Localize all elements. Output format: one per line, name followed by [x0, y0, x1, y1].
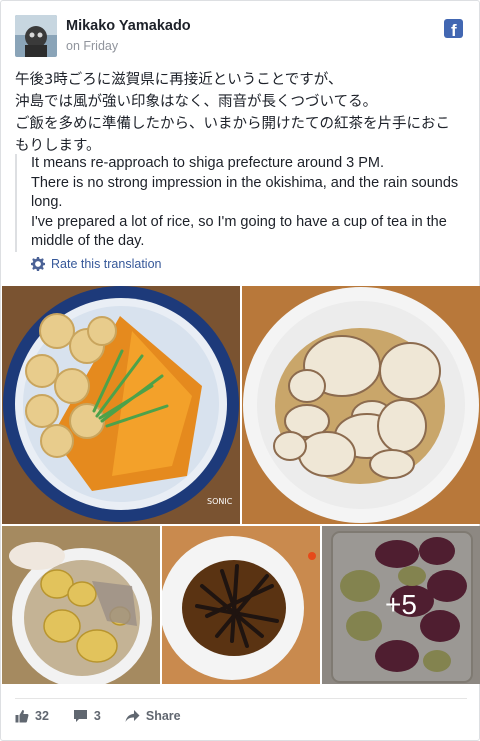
- thumbs-up-icon: [15, 710, 29, 723]
- author-name[interactable]: Mikako Yamakado: [66, 18, 191, 34]
- svg-text:SONIC: SONIC: [207, 497, 233, 506]
- translation-line: It means re-approach to shiga prefecture…: [31, 155, 385, 171]
- translation-line: I've prepared a lot of rice, so I'm goin…: [31, 213, 447, 250]
- share-label: Share: [145, 709, 181, 723]
- comment-button[interactable]: 3: [73, 709, 101, 723]
- like-button[interactable]: 32: [15, 709, 49, 723]
- comment-icon: [73, 710, 87, 722]
- post-text-line: 午後3時ごろに滋賀県に再接近ということですが、: [15, 72, 343, 88]
- avatar[interactable]: [15, 15, 57, 57]
- post-text: 午後3時ごろに滋賀県に再接近ということですが、 沖島では風が強い印象はなく、雨音…: [15, 69, 470, 157]
- photo-potato-soup[interactable]: [2, 526, 160, 684]
- post-text-line: 沖島では風が強い印象はなく、雨音が長くつづいてる。: [15, 94, 378, 110]
- translation-line: There is no strong impression in the oki…: [31, 174, 459, 211]
- post-timestamp[interactable]: on Friday: [66, 39, 118, 53]
- share-arrow-icon: [125, 710, 140, 722]
- like-count: 32: [35, 709, 49, 723]
- post-card: Mikako Yamakado on Friday f 午後3時ごろに滋賀県に再…: [0, 0, 480, 741]
- photo-simmered-greens[interactable]: [162, 526, 320, 684]
- post-footer: 32 3 Share: [15, 709, 205, 723]
- photo-taro-bowl[interactable]: [242, 286, 480, 524]
- facebook-logo-icon[interactable]: f: [444, 19, 463, 38]
- photo-sweet-potatoes[interactable]: +5: [322, 526, 480, 684]
- post-text-line: ご飯を多めに準備したから、いまから開けたての紅茶を片手におこ: [15, 116, 450, 132]
- more-photos-count: +5: [385, 589, 417, 620]
- footer-divider: [15, 698, 467, 699]
- photo-pumpkin-dish[interactable]: SONIC: [2, 286, 240, 524]
- rate-translation-label: Rate this translation: [51, 257, 162, 271]
- share-button[interactable]: Share: [125, 709, 181, 723]
- more-photos-overlay[interactable]: +5: [322, 526, 480, 684]
- rate-translation-link[interactable]: Rate this translation: [31, 257, 161, 271]
- comment-count: 3: [93, 709, 101, 723]
- avatar-image: [15, 15, 57, 57]
- translation-block: It means re-approach to shiga prefecture…: [15, 154, 470, 252]
- gear-icon: [31, 257, 45, 271]
